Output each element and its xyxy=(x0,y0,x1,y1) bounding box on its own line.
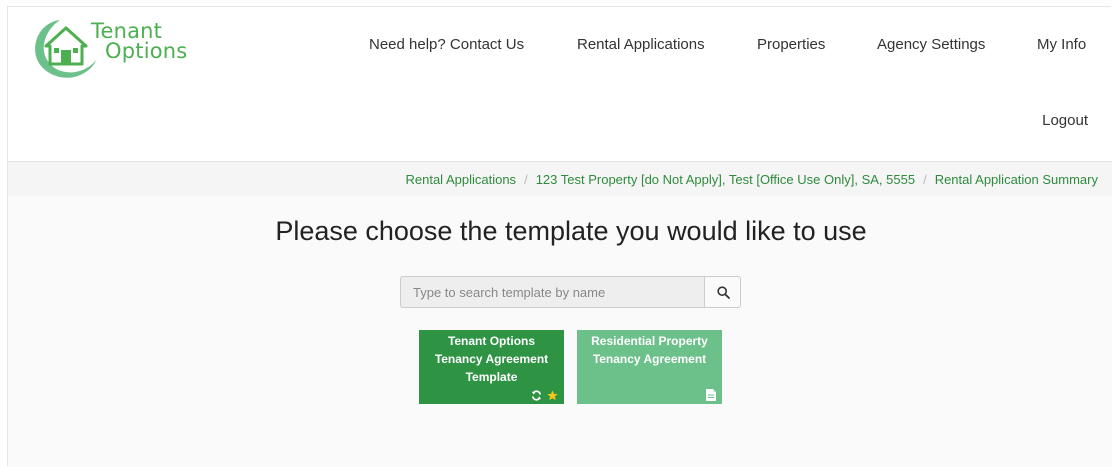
template-card-tenant-options[interactable]: Tenant Options Tenancy Agreement Templat… xyxy=(419,330,564,404)
template-icons xyxy=(706,389,716,401)
template-title-line: Tenancy Agreement xyxy=(592,352,707,366)
house-logo-icon xyxy=(35,20,96,78)
refresh-icon[interactable] xyxy=(531,390,542,401)
breadcrumb-separator: / xyxy=(923,172,927,187)
breadcrumb: Rental Applications / 123 Test Property [d… xyxy=(405,172,1098,187)
nav-rental-applications[interactable]: Rental Applications xyxy=(577,36,705,53)
nav-agency-settings[interactable]: Agency Settings xyxy=(877,36,985,53)
template-icons xyxy=(531,390,558,401)
nav-logout[interactable]: Logout xyxy=(1042,112,1088,129)
star-icon[interactable] xyxy=(547,390,558,401)
main-content: Please choose the template you would lik… xyxy=(8,196,1112,467)
template-title-line: Residential Property xyxy=(591,334,708,348)
app-frame: Tenant Options Need help? Contact Us Ren… xyxy=(7,6,1112,467)
breadcrumb-separator: / xyxy=(524,172,528,187)
breadcrumb-bar: Rental Applications / 123 Test Property [d… xyxy=(8,162,1112,196)
nav-properties[interactable]: Properties xyxy=(757,36,825,53)
page-title: Please choose the template you would lik… xyxy=(275,216,867,246)
search-icon xyxy=(717,286,730,299)
breadcrumb-rental-applications[interactable]: Rental Applications xyxy=(405,172,516,187)
logo-line-1: Tenant xyxy=(91,19,163,43)
breadcrumb-property[interactable]: 123 Test Property [do Not Apply], Test [… xyxy=(536,172,915,187)
logo-line-2: Options xyxy=(105,39,188,63)
header: Tenant Options Need help? Contact Us Ren… xyxy=(8,7,1112,161)
template-title-line: Tenancy Agreement xyxy=(434,352,549,366)
template-card-residential-property[interactable]: Residential Property Tenancy Agreement xyxy=(577,330,722,404)
breadcrumb-application-summary[interactable]: Rental Application Summary xyxy=(935,172,1098,187)
search-button[interactable] xyxy=(704,276,741,308)
nav-contact-us[interactable]: Need help? Contact Us xyxy=(369,36,524,53)
search-input[interactable] xyxy=(400,276,705,308)
template-title-line: Template xyxy=(465,370,518,384)
template-search xyxy=(400,276,741,308)
logo-text: Tenant Options xyxy=(91,19,188,63)
logo[interactable]: Tenant Options xyxy=(30,12,200,84)
document-icon[interactable] xyxy=(706,389,716,401)
nav-my-info[interactable]: My Info xyxy=(1037,36,1086,53)
template-title-line: Tenant Options xyxy=(447,334,536,348)
